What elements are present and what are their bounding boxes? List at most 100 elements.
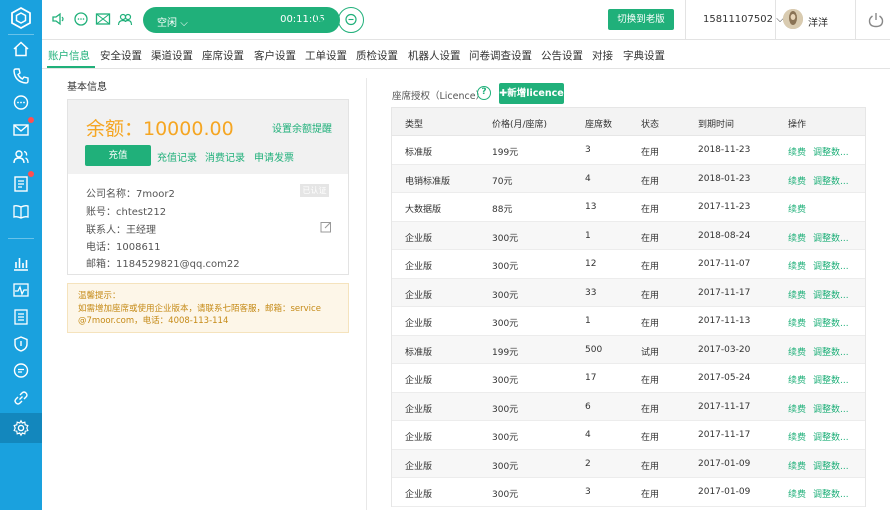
- column-header: 价格(月/座席): [492, 120, 548, 130]
- renew-link[interactable]: 续费: [788, 373, 806, 386]
- expire-date: 2018-11-23: [698, 145, 751, 155]
- adjust-seats-link[interactable]: 调整数...: [813, 402, 849, 415]
- tab-robot-settings[interactable]: 机器人设置: [408, 48, 461, 63]
- chat-button[interactable]: [338, 7, 364, 33]
- account-name: 账号：chtest212: [86, 207, 167, 218]
- column-header: 状态: [641, 120, 660, 130]
- tab-dictionary-settings[interactable]: 字典设置: [623, 48, 665, 63]
- tab-ticket-settings[interactable]: 工单设置: [305, 48, 347, 63]
- set-balance-reminder-link[interactable]: 设置余额提醒: [272, 120, 332, 135]
- adjust-seats-link[interactable]: 调整数...: [813, 373, 849, 386]
- add-licence-button[interactable]: ✚新增licence: [499, 83, 564, 104]
- switch-old-version-button[interactable]: 切换到老版: [608, 9, 674, 30]
- expire-date: 2017-11-13: [698, 316, 751, 326]
- logo-icon[interactable]: [9, 6, 33, 30]
- price: 300元: [492, 233, 519, 244]
- link-icon[interactable]: [9, 386, 33, 410]
- chat-icon[interactable]: [9, 91, 33, 115]
- contact-phone: 电话：1008611: [86, 242, 161, 253]
- table-row: 企业版 300元 4 在用 2017-11-17 续费 调整数...: [392, 421, 865, 450]
- chat-bubble-icon[interactable]: [73, 11, 89, 27]
- licence-type: 大数据版: [405, 205, 442, 215]
- adjust-seats-link[interactable]: 调整数...: [813, 288, 849, 301]
- recharge-records-link[interactable]: 充值记录: [157, 149, 197, 164]
- renew-link[interactable]: 续费: [788, 174, 806, 187]
- table-body: 标准版 199元 3 在用 2018-11-23 续费 调整数... 电销标准版 70元 4 在用 2…: [392, 136, 865, 507]
- seat-count: 2: [585, 458, 591, 469]
- phone-dropdown[interactable]: 15811107502 ⌵: [703, 14, 784, 25]
- renew-link[interactable]: 续费: [788, 459, 806, 472]
- monitor-icon[interactable]: [9, 278, 33, 302]
- ticket-icon[interactable]: [9, 171, 34, 196]
- adjust-seats-link[interactable]: 调整数...: [813, 174, 849, 187]
- help-icon[interactable]: ?: [477, 86, 491, 100]
- balance-card: 余额：10000.00 设置余额提醒 充值 充值记录 消费记录 申请发票 公司名…: [67, 99, 349, 275]
- active-tab-indicator: [47, 66, 95, 68]
- home-icon[interactable]: [9, 37, 33, 61]
- chevron-down-icon: ⌵: [180, 18, 188, 29]
- tab-integration[interactable]: 对接: [592, 48, 613, 63]
- email-icon[interactable]: [95, 11, 111, 27]
- adjust-seats-link[interactable]: 调整数...: [813, 259, 849, 272]
- volume-icon[interactable]: [51, 11, 67, 27]
- shield-icon[interactable]: [9, 332, 33, 356]
- tab-survey-settings[interactable]: 问卷调查设置: [469, 48, 532, 63]
- report-icon[interactable]: [9, 251, 33, 275]
- tab-seat-settings[interactable]: 座席设置: [202, 48, 244, 63]
- table-row: 标准版 199元 3 在用 2018-11-23 续费 调整数...: [392, 136, 865, 165]
- user-name[interactable]: 洋洋: [808, 14, 828, 29]
- licence-status: 在用: [641, 490, 660, 500]
- power-icon[interactable]: [867, 11, 885, 29]
- table-row: 企业版 300元 17 在用 2017-05-24 续费 调整数...: [392, 364, 865, 393]
- tab-notice-settings[interactable]: 公告设置: [541, 48, 583, 63]
- tab-qc-settings[interactable]: 质检设置: [356, 48, 398, 63]
- status-label[interactable]: 空闲 ⌵: [157, 14, 188, 29]
- recharge-button[interactable]: 充值: [85, 145, 151, 166]
- consume-records-link[interactable]: 消费记录: [205, 149, 245, 164]
- adjust-seats-link[interactable]: 调整数...: [813, 345, 849, 358]
- avatar[interactable]: [783, 9, 803, 29]
- section-title: 基本信息: [67, 82, 107, 93]
- seat-count: 13: [585, 202, 597, 212]
- message-icon[interactable]: [9, 359, 33, 383]
- renew-link[interactable]: 续费: [788, 487, 806, 500]
- renew-link[interactable]: 续费: [788, 430, 806, 443]
- renew-link[interactable]: 续费: [788, 288, 806, 301]
- renew-link[interactable]: 续费: [788, 202, 806, 215]
- tip-box: 温馨提示： 如需增加座席或使用企业版本，请联系七陌客服，邮箱：service @…: [67, 283, 349, 333]
- book-icon[interactable]: [9, 199, 33, 223]
- renew-link[interactable]: 续费: [788, 345, 806, 358]
- licence-type: 标准版: [405, 148, 433, 158]
- adjust-seats-link[interactable]: 调整数...: [813, 145, 849, 158]
- users-icon[interactable]: [117, 11, 133, 27]
- settings-icon[interactable]: [9, 416, 33, 440]
- adjust-seats-link[interactable]: 调整数...: [813, 430, 849, 443]
- tab-security-settings[interactable]: 安全设置: [100, 48, 142, 63]
- adjust-seats-link[interactable]: 调整数...: [813, 316, 849, 329]
- renew-link[interactable]: 续费: [788, 402, 806, 415]
- price: 300元: [492, 433, 519, 443]
- tab-account-info[interactable]: 账户信息: [48, 48, 90, 63]
- tab-customer-settings[interactable]: 客户设置: [254, 48, 296, 63]
- adjust-seats-link[interactable]: 调整数...: [813, 231, 849, 244]
- tab-channel-settings[interactable]: 渠道设置: [151, 48, 193, 63]
- table-row: 企业版 300元 1 在用 2018-08-24 续费 调整数...: [392, 221, 865, 250]
- renew-link[interactable]: 续费: [788, 145, 806, 158]
- contacts-icon[interactable]: [9, 145, 33, 169]
- licence-table: 类型 价格(月/座席) 座席数 状态 到期时间 操作 标准版 199元 3 在用 201…: [391, 107, 866, 507]
- settings-tabs: 账户信息 安全设置 渠道设置 座席设置 客户设置 工单设置 质检设置 机器人设置…: [42, 40, 890, 69]
- apply-invoice-link[interactable]: 申请发票: [254, 149, 294, 164]
- edit-icon[interactable]: [320, 218, 332, 233]
- phone-icon[interactable]: [9, 64, 33, 88]
- renew-link[interactable]: 续费: [788, 316, 806, 329]
- mail-icon[interactable]: [9, 117, 34, 142]
- expire-date: 2017-11-17: [698, 401, 751, 412]
- adjust-seats-link[interactable]: 调整数...: [813, 487, 849, 500]
- call-button[interactable]: [308, 7, 334, 33]
- renew-link[interactable]: 续费: [788, 259, 806, 272]
- renew-link[interactable]: 续费: [788, 231, 806, 244]
- licence-status: 在用: [641, 205, 660, 215]
- table-header: 类型 价格(月/座席) 座席数 状态 到期时间 操作: [392, 108, 865, 136]
- adjust-seats-link[interactable]: 调整数...: [813, 459, 849, 472]
- form-icon[interactable]: [9, 305, 33, 329]
